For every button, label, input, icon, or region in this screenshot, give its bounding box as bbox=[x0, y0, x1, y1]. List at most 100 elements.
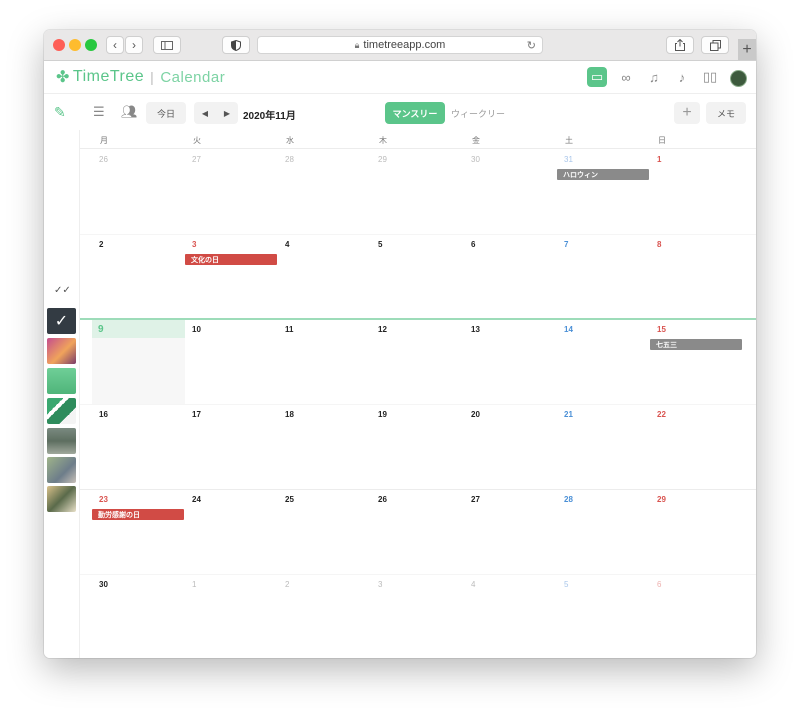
day-number[interactable]: 25 bbox=[285, 495, 294, 504]
devices-button[interactable]: ▯▯ bbox=[700, 67, 720, 87]
filter-icon[interactable]: ☰ bbox=[93, 104, 105, 120]
link-button[interactable]: ∞ bbox=[616, 67, 636, 87]
tab-weekly[interactable]: ウィークリー bbox=[451, 107, 505, 120]
day-number[interactable]: 12 bbox=[378, 325, 387, 334]
day-number[interactable]: 24 bbox=[192, 495, 201, 504]
today-button[interactable]: 今日 bbox=[146, 102, 186, 124]
day-number[interactable]: 29 bbox=[657, 495, 666, 504]
memo-button[interactable]: メモ bbox=[706, 102, 746, 124]
calendar-thumb[interactable] bbox=[47, 338, 76, 364]
double-check-icon[interactable]: ✓✓ bbox=[54, 285, 71, 296]
day-number[interactable]: 27 bbox=[192, 155, 201, 164]
privacy-report-button[interactable] bbox=[222, 36, 250, 54]
day-number[interactable]: 28 bbox=[285, 155, 294, 164]
share-icon bbox=[675, 39, 685, 51]
avatar[interactable] bbox=[730, 70, 747, 87]
weekday-header: 火 bbox=[193, 136, 201, 145]
weekday-header: 水 bbox=[286, 136, 294, 145]
event-labor-thanksgiving[interactable]: 勤労感謝の日 bbox=[92, 509, 184, 520]
week-divider bbox=[80, 574, 756, 575]
event-culture-day[interactable]: 文化の日 bbox=[185, 254, 277, 265]
back-button[interactable]: ‹ bbox=[106, 36, 124, 54]
add-event-button[interactable]: + bbox=[674, 102, 700, 124]
day-number[interactable]: 22 bbox=[657, 410, 666, 419]
app-logo[interactable]: ✤ TimeTree | Calendar bbox=[56, 67, 225, 87]
day-number[interactable]: 1 bbox=[657, 155, 661, 164]
clover-icon: ✤ bbox=[56, 69, 70, 86]
month-navigation: ◀ ▶ bbox=[194, 102, 238, 124]
sidebar-toggle-button[interactable] bbox=[153, 36, 181, 54]
day-number[interactable]: 19 bbox=[378, 410, 387, 419]
close-window-button[interactable] bbox=[53, 39, 65, 51]
day-number[interactable]: 6 bbox=[657, 580, 661, 589]
day-number[interactable]: 7 bbox=[564, 240, 568, 249]
day-number[interactable]: 16 bbox=[99, 410, 108, 419]
day-number[interactable]: 11 bbox=[285, 325, 293, 334]
week-divider bbox=[80, 404, 756, 405]
day-number[interactable]: 13 bbox=[471, 325, 480, 334]
reload-icon[interactable]: ↻ bbox=[527, 39, 536, 52]
day-number[interactable]: 28 bbox=[564, 495, 573, 504]
bell-icon: ♪ bbox=[678, 69, 686, 85]
day-number[interactable]: 2 bbox=[99, 240, 103, 249]
support-button[interactable]: ♫ bbox=[644, 67, 664, 87]
calendar-view-button[interactable]: ▭ bbox=[587, 67, 607, 87]
calendar-thumb-selected[interactable]: ✓ bbox=[47, 308, 76, 334]
calendar-thumb[interactable] bbox=[47, 486, 76, 512]
day-number[interactable]: 5 bbox=[378, 240, 382, 249]
day-number[interactable]: 31 bbox=[564, 155, 573, 164]
tabs-icon bbox=[709, 39, 721, 51]
week-divider bbox=[80, 489, 756, 490]
headset-icon: ♫ bbox=[649, 69, 659, 85]
day-number[interactable]: 1 bbox=[192, 580, 196, 589]
forward-button[interactable]: › bbox=[125, 36, 143, 54]
day-number[interactable]: 18 bbox=[285, 410, 294, 419]
day-number[interactable]: 21 bbox=[564, 410, 573, 419]
share-button[interactable] bbox=[666, 36, 694, 54]
app-header: ✤ TimeTree | Calendar ▭ ∞ ♫ ♪ ▯▯ bbox=[44, 61, 756, 94]
day-number[interactable]: 6 bbox=[471, 240, 475, 249]
devices-icon: ▯▯ bbox=[702, 69, 718, 84]
day-number[interactable]: 15 bbox=[657, 325, 666, 334]
calendar-thumb[interactable] bbox=[47, 457, 76, 483]
event-halloween[interactable]: ハロウィン bbox=[557, 169, 649, 180]
day-number[interactable]: 23 bbox=[99, 495, 108, 504]
day-number[interactable]: 2 bbox=[285, 580, 289, 589]
logo-text: TimeTree bbox=[72, 68, 145, 85]
day-number[interactable]: 29 bbox=[378, 155, 387, 164]
tab-monthly[interactable]: マンスリー bbox=[385, 102, 445, 124]
day-number[interactable]: 10 bbox=[192, 325, 201, 334]
prev-month-button[interactable]: ◀ bbox=[202, 109, 208, 118]
weekday-header: 日 bbox=[658, 136, 666, 145]
calendar-thumb[interactable] bbox=[47, 428, 76, 454]
day-number[interactable]: 5 bbox=[564, 580, 568, 589]
members-icon[interactable]: 👥︎ bbox=[121, 104, 138, 120]
day-number[interactable]: 26 bbox=[378, 495, 387, 504]
day-number[interactable]: 14 bbox=[564, 325, 573, 334]
day-number[interactable]: 3 bbox=[192, 240, 196, 249]
calendar-thumb[interactable] bbox=[47, 398, 76, 424]
address-bar[interactable]: 🔒︎ timetreeapp.com ↻ bbox=[257, 36, 543, 54]
new-tab-button[interactable]: + bbox=[738, 39, 756, 60]
day-number[interactable]: 8 bbox=[657, 240, 661, 249]
calendar-sidebar: ✓✓ ✓ bbox=[44, 130, 80, 658]
day-number[interactable]: 17 bbox=[192, 410, 201, 419]
day-number[interactable]: 4 bbox=[285, 240, 289, 249]
notifications-button[interactable]: ♪ bbox=[672, 67, 692, 87]
day-number[interactable]: 30 bbox=[471, 155, 480, 164]
next-month-button[interactable]: ▶ bbox=[224, 109, 230, 118]
day-number[interactable]: 30 bbox=[99, 580, 108, 589]
calendar-toolbar: ✎ ☰ 👥︎ 今日 ◀ ▶ 2020年11月 マンスリー ウィークリー + メモ bbox=[44, 94, 756, 130]
day-number[interactable]: 26 bbox=[99, 155, 108, 164]
calendar-thumb[interactable] bbox=[47, 368, 76, 394]
event-shichigosan[interactable]: 七五三 bbox=[650, 339, 742, 350]
day-number[interactable]: 3 bbox=[378, 580, 382, 589]
zoom-window-button[interactable] bbox=[85, 39, 97, 51]
chevron-left-icon: ‹ bbox=[113, 38, 117, 52]
day-number[interactable]: 4 bbox=[471, 580, 475, 589]
minimize-window-button[interactable] bbox=[69, 39, 81, 51]
pin-icon[interactable]: ✎ bbox=[54, 104, 66, 121]
day-number[interactable]: 27 bbox=[471, 495, 480, 504]
day-number[interactable]: 20 bbox=[471, 410, 480, 419]
tabs-overview-button[interactable] bbox=[701, 36, 729, 54]
